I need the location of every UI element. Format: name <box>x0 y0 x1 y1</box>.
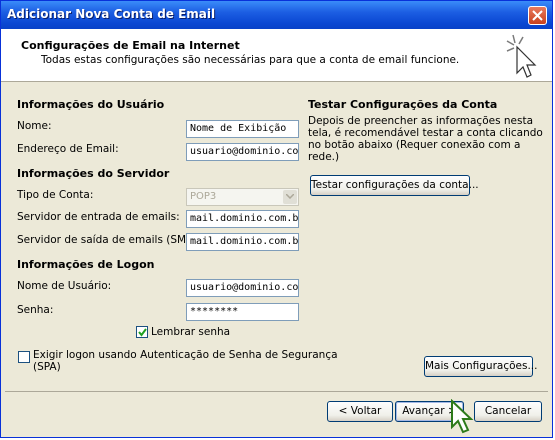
wizard-header: Configurações de Email na Internet Todas… <box>1 29 552 82</box>
footer-divider <box>5 391 548 392</box>
outgoing-server-field[interactable]: mail.dominio.com.br <box>186 233 299 251</box>
account-type-value: POP3 <box>190 191 217 202</box>
dropdown-arrow-icon <box>286 194 294 199</box>
spa-label[interactable]: Exigir logon usando Autenticação de Senh… <box>33 349 338 361</box>
header-subtitle: Todas estas configurações são necessária… <box>41 54 460 66</box>
password-label: Senha: <box>17 304 54 316</box>
outgoing-server-label: Servidor de saída de emails (SMTP): <box>17 234 207 246</box>
remember-password-checkbox[interactable] <box>136 326 148 338</box>
username-label: Nome de Usuário: <box>17 280 112 292</box>
email-label: Endereço de Email: <box>17 143 119 155</box>
account-type-label: Tipo de Conta: <box>17 189 94 201</box>
incoming-server-field[interactable]: mail.dominio.com.br <box>186 210 299 228</box>
add-email-account-window: Adicionar Nova Conta de Email Configuraç… <box>0 0 553 438</box>
window-title: Adicionar Nova Conta de Email <box>7 7 216 21</box>
wizard-cursor-icon <box>506 34 537 78</box>
test-settings-description: Depois de preencher as informações nesta… <box>308 115 543 163</box>
title-bar[interactable]: Adicionar Nova Conta de Email <box>1 1 552 29</box>
logon-info-heading: Informações de Logon <box>17 258 155 271</box>
dropdown-arrow[interactable] <box>283 190 297 204</box>
user-info-heading: Informações do Usuário <box>17 98 165 111</box>
close-icon <box>532 10 543 21</box>
header-title: Configurações de Email na Internet <box>21 39 240 52</box>
email-field[interactable]: usuario@dominio.com <box>186 143 299 161</box>
test-settings-heading: Testar Configurações da Conta <box>308 98 498 111</box>
close-button[interactable] <box>528 6 547 25</box>
test-account-button[interactable]: Testar configurações da conta... <box>310 175 479 196</box>
account-type-select[interactable]: POP3 <box>186 188 299 206</box>
mouse-pointer-icon <box>451 399 474 434</box>
server-info-heading: Informações do Servidor <box>17 167 170 180</box>
username-field[interactable]: usuario@dominio.com <box>186 279 299 297</box>
remember-password-label[interactable]: Lembrar senha <box>151 326 230 338</box>
spa-checkbox[interactable] <box>18 351 30 363</box>
more-settings-button[interactable]: Mais Configurações... <box>424 356 537 377</box>
name-field[interactable]: Nome de Exibição <box>186 120 299 138</box>
name-label: Nome: <box>17 120 52 132</box>
back-button[interactable]: < Voltar <box>327 401 393 422</box>
checkmark-icon <box>138 328 147 337</box>
incoming-server-label: Servidor de entrada de emails: <box>17 211 180 223</box>
password-field[interactable]: ******** <box>186 303 299 321</box>
cancel-button[interactable]: Cancelar <box>474 401 542 422</box>
spa-label-line2: (SPA) <box>33 361 61 373</box>
